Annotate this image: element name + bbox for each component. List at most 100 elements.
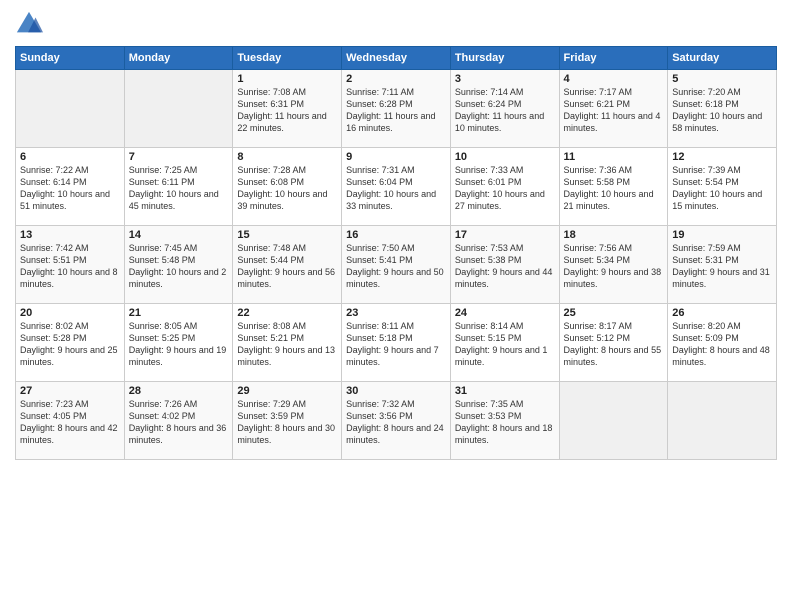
day-number: 3	[455, 73, 555, 85]
calendar-cell: 26Sunrise: 8:20 AM Sunset: 5:09 PM Dayli…	[668, 304, 777, 382]
day-number: 29	[237, 385, 337, 397]
calendar-cell: 24Sunrise: 8:14 AM Sunset: 5:15 PM Dayli…	[450, 304, 559, 382]
weekday-header-tuesday: Tuesday	[233, 47, 342, 70]
day-detail: Sunrise: 8:14 AM Sunset: 5:15 PM Dayligh…	[455, 320, 555, 369]
day-detail: Sunrise: 7:28 AM Sunset: 6:08 PM Dayligh…	[237, 164, 337, 213]
calendar-cell: 2Sunrise: 7:11 AM Sunset: 6:28 PM Daylig…	[342, 70, 451, 148]
logo-icon	[15, 10, 43, 38]
day-number: 4	[564, 73, 664, 85]
calendar-cell: 23Sunrise: 8:11 AM Sunset: 5:18 PM Dayli…	[342, 304, 451, 382]
day-detail: Sunrise: 7:32 AM Sunset: 3:56 PM Dayligh…	[346, 398, 446, 447]
day-detail: Sunrise: 7:39 AM Sunset: 5:54 PM Dayligh…	[672, 164, 772, 213]
calendar-cell: 13Sunrise: 7:42 AM Sunset: 5:51 PM Dayli…	[16, 226, 125, 304]
calendar-cell: 1Sunrise: 7:08 AM Sunset: 6:31 PM Daylig…	[233, 70, 342, 148]
calendar-cell: 19Sunrise: 7:59 AM Sunset: 5:31 PM Dayli…	[668, 226, 777, 304]
day-number: 23	[346, 307, 446, 319]
day-detail: Sunrise: 8:11 AM Sunset: 5:18 PM Dayligh…	[346, 320, 446, 369]
day-number: 16	[346, 229, 446, 241]
calendar-cell: 15Sunrise: 7:48 AM Sunset: 5:44 PM Dayli…	[233, 226, 342, 304]
calendar-week-row: 13Sunrise: 7:42 AM Sunset: 5:51 PM Dayli…	[16, 226, 777, 304]
day-number: 14	[129, 229, 229, 241]
day-detail: Sunrise: 7:53 AM Sunset: 5:38 PM Dayligh…	[455, 242, 555, 291]
day-number: 25	[564, 307, 664, 319]
day-detail: Sunrise: 8:08 AM Sunset: 5:21 PM Dayligh…	[237, 320, 337, 369]
calendar-cell: 5Sunrise: 7:20 AM Sunset: 6:18 PM Daylig…	[668, 70, 777, 148]
calendar-cell: 12Sunrise: 7:39 AM Sunset: 5:54 PM Dayli…	[668, 148, 777, 226]
day-detail: Sunrise: 8:02 AM Sunset: 5:28 PM Dayligh…	[20, 320, 120, 369]
calendar-cell: 11Sunrise: 7:36 AM Sunset: 5:58 PM Dayli…	[559, 148, 668, 226]
day-number: 21	[129, 307, 229, 319]
calendar-cell: 28Sunrise: 7:26 AM Sunset: 4:02 PM Dayli…	[124, 382, 233, 460]
weekday-header-friday: Friday	[559, 47, 668, 70]
day-number: 18	[564, 229, 664, 241]
day-number: 5	[672, 73, 772, 85]
calendar-cell: 6Sunrise: 7:22 AM Sunset: 6:14 PM Daylig…	[16, 148, 125, 226]
day-detail: Sunrise: 7:11 AM Sunset: 6:28 PM Dayligh…	[346, 86, 446, 135]
weekday-header-thursday: Thursday	[450, 47, 559, 70]
calendar-cell: 8Sunrise: 7:28 AM Sunset: 6:08 PM Daylig…	[233, 148, 342, 226]
weekday-header-wednesday: Wednesday	[342, 47, 451, 70]
calendar-week-row: 20Sunrise: 8:02 AM Sunset: 5:28 PM Dayli…	[16, 304, 777, 382]
day-number: 22	[237, 307, 337, 319]
day-detail: Sunrise: 7:26 AM Sunset: 4:02 PM Dayligh…	[129, 398, 229, 447]
calendar-cell: 3Sunrise: 7:14 AM Sunset: 6:24 PM Daylig…	[450, 70, 559, 148]
day-number: 17	[455, 229, 555, 241]
day-detail: Sunrise: 7:31 AM Sunset: 6:04 PM Dayligh…	[346, 164, 446, 213]
calendar-cell: 18Sunrise: 7:56 AM Sunset: 5:34 PM Dayli…	[559, 226, 668, 304]
calendar-week-row: 27Sunrise: 7:23 AM Sunset: 4:05 PM Dayli…	[16, 382, 777, 460]
day-number: 10	[455, 151, 555, 163]
day-detail: Sunrise: 7:23 AM Sunset: 4:05 PM Dayligh…	[20, 398, 120, 447]
day-detail: Sunrise: 7:22 AM Sunset: 6:14 PM Dayligh…	[20, 164, 120, 213]
day-number: 1	[237, 73, 337, 85]
calendar-week-row: 1Sunrise: 7:08 AM Sunset: 6:31 PM Daylig…	[16, 70, 777, 148]
day-number: 2	[346, 73, 446, 85]
calendar-cell: 20Sunrise: 8:02 AM Sunset: 5:28 PM Dayli…	[16, 304, 125, 382]
calendar-cell: 30Sunrise: 7:32 AM Sunset: 3:56 PM Dayli…	[342, 382, 451, 460]
weekday-header-row: SundayMondayTuesdayWednesdayThursdayFrid…	[16, 47, 777, 70]
day-number: 30	[346, 385, 446, 397]
day-detail: Sunrise: 7:45 AM Sunset: 5:48 PM Dayligh…	[129, 242, 229, 291]
day-detail: Sunrise: 7:25 AM Sunset: 6:11 PM Dayligh…	[129, 164, 229, 213]
day-number: 12	[672, 151, 772, 163]
day-number: 11	[564, 151, 664, 163]
day-number: 24	[455, 307, 555, 319]
calendar-cell: 16Sunrise: 7:50 AM Sunset: 5:41 PM Dayli…	[342, 226, 451, 304]
calendar-cell: 22Sunrise: 8:08 AM Sunset: 5:21 PM Dayli…	[233, 304, 342, 382]
day-detail: Sunrise: 7:35 AM Sunset: 3:53 PM Dayligh…	[455, 398, 555, 447]
day-detail: Sunrise: 7:42 AM Sunset: 5:51 PM Dayligh…	[20, 242, 120, 291]
day-number: 13	[20, 229, 120, 241]
calendar-cell	[668, 382, 777, 460]
day-detail: Sunrise: 8:05 AM Sunset: 5:25 PM Dayligh…	[129, 320, 229, 369]
calendar-table: SundayMondayTuesdayWednesdayThursdayFrid…	[15, 46, 777, 460]
calendar-cell	[16, 70, 125, 148]
calendar-cell: 10Sunrise: 7:33 AM Sunset: 6:01 PM Dayli…	[450, 148, 559, 226]
calendar-week-row: 6Sunrise: 7:22 AM Sunset: 6:14 PM Daylig…	[16, 148, 777, 226]
calendar-cell: 17Sunrise: 7:53 AM Sunset: 5:38 PM Dayli…	[450, 226, 559, 304]
calendar-cell: 9Sunrise: 7:31 AM Sunset: 6:04 PM Daylig…	[342, 148, 451, 226]
day-detail: Sunrise: 7:29 AM Sunset: 3:59 PM Dayligh…	[237, 398, 337, 447]
calendar-cell: 7Sunrise: 7:25 AM Sunset: 6:11 PM Daylig…	[124, 148, 233, 226]
day-number: 27	[20, 385, 120, 397]
weekday-header-saturday: Saturday	[668, 47, 777, 70]
day-detail: Sunrise: 7:33 AM Sunset: 6:01 PM Dayligh…	[455, 164, 555, 213]
day-detail: Sunrise: 8:20 AM Sunset: 5:09 PM Dayligh…	[672, 320, 772, 369]
day-detail: Sunrise: 7:20 AM Sunset: 6:18 PM Dayligh…	[672, 86, 772, 135]
day-detail: Sunrise: 7:48 AM Sunset: 5:44 PM Dayligh…	[237, 242, 337, 291]
day-number: 20	[20, 307, 120, 319]
day-number: 28	[129, 385, 229, 397]
page: SundayMondayTuesdayWednesdayThursdayFrid…	[0, 0, 792, 470]
day-number: 7	[129, 151, 229, 163]
day-number: 8	[237, 151, 337, 163]
calendar-cell: 25Sunrise: 8:17 AM Sunset: 5:12 PM Dayli…	[559, 304, 668, 382]
day-detail: Sunrise: 7:08 AM Sunset: 6:31 PM Dayligh…	[237, 86, 337, 135]
weekday-header-monday: Monday	[124, 47, 233, 70]
day-number: 6	[20, 151, 120, 163]
day-detail: Sunrise: 8:17 AM Sunset: 5:12 PM Dayligh…	[564, 320, 664, 369]
calendar-cell: 21Sunrise: 8:05 AM Sunset: 5:25 PM Dayli…	[124, 304, 233, 382]
day-number: 15	[237, 229, 337, 241]
calendar-cell: 14Sunrise: 7:45 AM Sunset: 5:48 PM Dayli…	[124, 226, 233, 304]
day-number: 19	[672, 229, 772, 241]
day-number: 9	[346, 151, 446, 163]
calendar-cell: 4Sunrise: 7:17 AM Sunset: 6:21 PM Daylig…	[559, 70, 668, 148]
calendar-cell	[124, 70, 233, 148]
